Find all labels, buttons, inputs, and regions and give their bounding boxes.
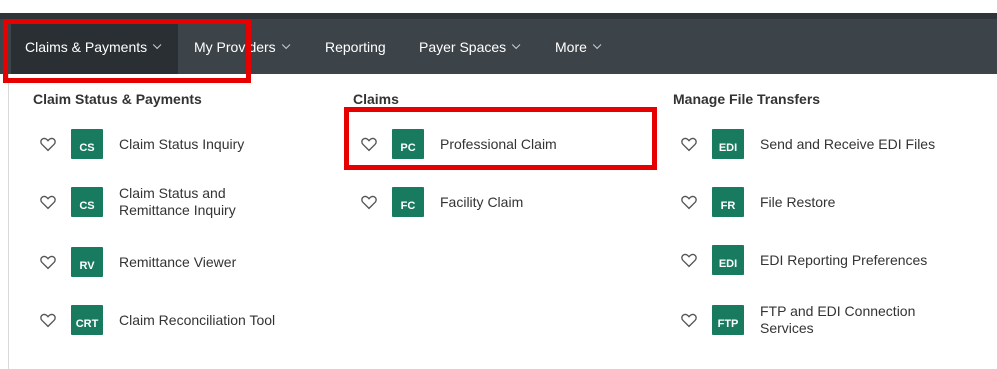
- nav-claims-payments[interactable]: Claims & Payments: [11, 19, 178, 74]
- menu-item-professional-claim[interactable]: PC Professional Claim: [360, 124, 557, 164]
- menu-item-label: Claim Status and Remittance Inquiry: [119, 185, 236, 218]
- menu-item-label: Claim Status Inquiry: [119, 135, 245, 152]
- chevron-down-icon: [153, 40, 162, 49]
- column-heading-file-transfers: Manage File Transfers: [673, 91, 821, 107]
- column-heading-claims: Claims: [353, 91, 399, 107]
- nav-label: Payer Spaces: [419, 38, 507, 55]
- menu-item-edi-reporting-preferences[interactable]: EDI EDI Reporting Preferences: [680, 240, 927, 280]
- nav-more[interactable]: More: [543, 19, 610, 74]
- app-badge: EDI: [712, 245, 744, 275]
- menu-item-label: EDI Reporting Preferences: [760, 251, 928, 268]
- menu-item-label: Remittance Viewer: [119, 253, 237, 270]
- app-badge: CS: [71, 187, 103, 217]
- menu-item-send-receive-edi[interactable]: EDI Send and Receive EDI Files: [680, 124, 935, 164]
- heart-icon[interactable]: [680, 251, 698, 269]
- claims-payments-dropdown: Claim Status & Payments CS Claim Status …: [8, 74, 997, 369]
- heart-icon[interactable]: [680, 193, 698, 211]
- menu-item-remittance-viewer[interactable]: RV Remittance Viewer: [39, 242, 236, 282]
- menu-item-claim-status-inquiry[interactable]: CS Claim Status Inquiry: [39, 124, 244, 164]
- menu-item-label: FTP and EDI Connection Services: [760, 303, 916, 336]
- nav-label: My Providers: [194, 38, 276, 55]
- chevron-down-icon: [512, 40, 521, 49]
- menu-item-claim-status-remittance[interactable]: CS Claim Status and Remittance Inquiry: [39, 182, 269, 222]
- app-badge: RV: [71, 247, 103, 277]
- heart-icon[interactable]: [360, 135, 378, 153]
- nav-my-providers[interactable]: My Providers: [182, 19, 299, 74]
- heart-icon[interactable]: [680, 135, 698, 153]
- app-badge: EDI: [712, 129, 744, 159]
- nav-label: Reporting: [325, 38, 386, 55]
- main-navbar: Claims & Payments My Providers Reporting…: [0, 13, 997, 74]
- heart-icon[interactable]: [39, 193, 57, 211]
- app-badge: PC: [392, 129, 424, 159]
- nav-label: More: [555, 38, 587, 55]
- column-heading-claim-status: Claim Status & Payments: [33, 91, 202, 107]
- heart-icon[interactable]: [39, 311, 57, 329]
- chevron-down-icon: [592, 40, 602, 49]
- heart-icon[interactable]: [39, 253, 57, 271]
- app-badge: CS: [71, 129, 103, 159]
- nav-payer-spaces[interactable]: Payer Spaces: [407, 19, 529, 74]
- menu-item-claim-reconciliation[interactable]: CRT Claim Reconciliation Tool: [39, 300, 275, 340]
- chevron-down-icon: [281, 40, 291, 49]
- heart-icon[interactable]: [680, 311, 698, 329]
- top-strip: [0, 0, 997, 13]
- menu-item-file-restore[interactable]: FR File Restore: [680, 182, 835, 222]
- menu-item-ftp-edi-connection[interactable]: FTP FTP and EDI Connection Services: [680, 300, 940, 340]
- app-badge: FR: [712, 187, 744, 217]
- menu-item-facility-claim[interactable]: FC Facility Claim: [360, 182, 523, 222]
- nav-reporting[interactable]: Reporting: [313, 19, 398, 74]
- nav-label: Claims & Payments: [25, 38, 148, 55]
- menu-item-label: Claim Reconciliation Tool: [119, 311, 276, 328]
- app-badge: FTP: [712, 305, 744, 335]
- menu-item-label: Facility Claim: [440, 193, 524, 210]
- app-badge: CRT: [71, 305, 103, 335]
- menu-item-label: Professional Claim: [440, 135, 557, 152]
- app-badge: FC: [392, 187, 424, 217]
- heart-icon[interactable]: [360, 193, 378, 211]
- heart-icon[interactable]: [39, 135, 57, 153]
- menu-item-label: File Restore: [760, 193, 836, 210]
- menu-item-label: Send and Receive EDI Files: [760, 135, 936, 152]
